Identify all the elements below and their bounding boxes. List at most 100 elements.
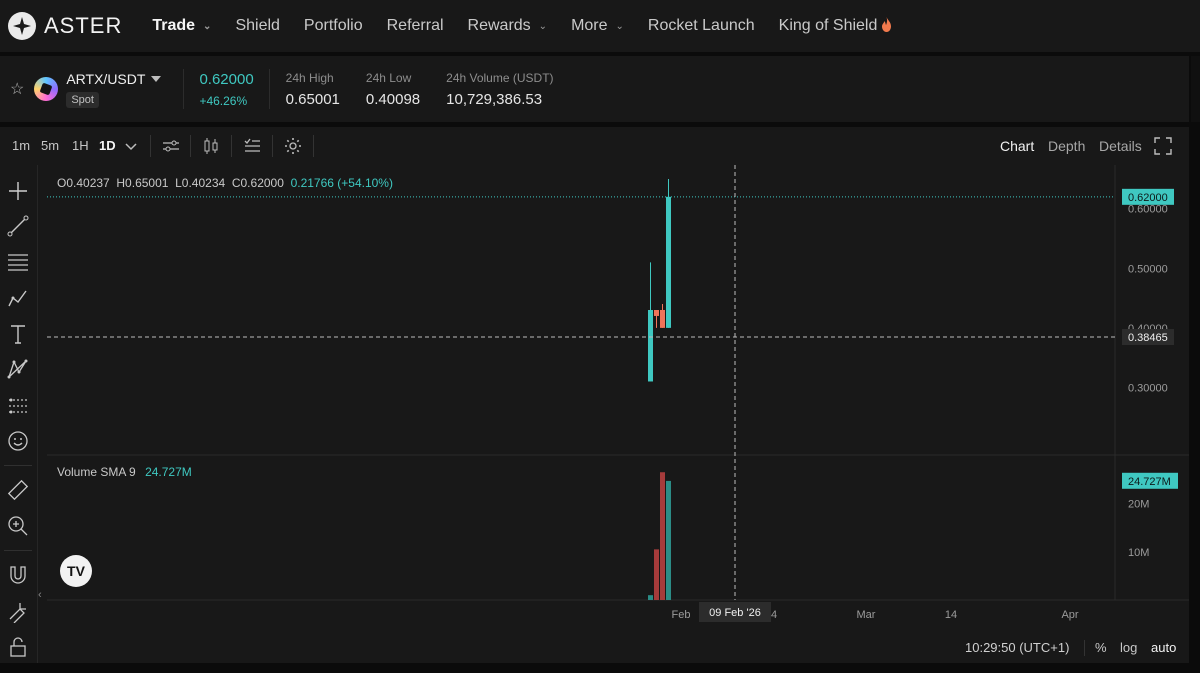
price-axis: 0.600000.500000.400000.3000020M10M [1128, 204, 1168, 559]
text-tool-icon[interactable] [6, 322, 30, 346]
gear-icon[interactable] [282, 135, 304, 157]
top-navigation: ASTER Trade ⌄ Shield Portfolio Referral … [0, 0, 1200, 52]
trend-line-icon[interactable] [6, 214, 30, 238]
divider [272, 135, 273, 157]
time-tick-label: Mar [857, 609, 876, 621]
crosshair: 0.62000 24.727M 0.38465 09 Feb '26 [47, 165, 1178, 622]
caret-down-icon [151, 75, 162, 82]
volume-bar [648, 595, 653, 600]
price-tick-label: 0.50000 [1128, 263, 1168, 275]
projection-icon[interactable] [6, 394, 30, 418]
timeframe-5m[interactable]: 5m [41, 138, 59, 153]
candle-type-icon[interactable] [200, 135, 222, 157]
divider [4, 465, 32, 466]
nav-item-shield[interactable]: Shield [235, 17, 279, 35]
ticker-bar: ☆ ARTX/USDT Spot 0.62000 +46.26% 24h Hig… [0, 56, 1189, 122]
nav-item-label: Rewards [467, 17, 531, 34]
price-chart[interactable]: 0.600000.500000.400000.3000020M10M Feb14… [47, 165, 1189, 663]
volume-title: Volume SMA 9 [57, 465, 136, 479]
volume-tag-label: 24.727M [1128, 476, 1171, 488]
stat-24h-high: 24h High 0.65001 [286, 71, 340, 108]
ruler-icon[interactable] [6, 478, 30, 502]
nav-item-referral[interactable]: Referral [387, 17, 444, 35]
nav-item-label: Portfolio [303, 17, 363, 34]
ohlc-low: L0.40234 [175, 176, 226, 190]
stat-value: 10,729,386.53 [446, 90, 543, 108]
tab-depth[interactable]: Depth [1048, 138, 1085, 154]
stat-label: 24h Volume (USDT) [446, 70, 554, 85]
timeframe-1d[interactable]: 1D [99, 138, 116, 153]
divider [231, 135, 232, 157]
chart-clock[interactable]: 10:29:50 (UTC+1) [965, 640, 1069, 655]
nav-item-label: Referral [386, 17, 444, 34]
lock-icon[interactable] [6, 635, 30, 659]
fullscreen-icon[interactable] [1152, 135, 1174, 157]
divider [150, 135, 151, 157]
nav-item-label: Shield [235, 17, 280, 34]
pair-selector[interactable]: ARTX/USDT Spot [66, 70, 162, 108]
nav-item-rocket-launch[interactable]: Rocket Launch [648, 17, 755, 35]
zoom-in-icon[interactable] [6, 514, 30, 538]
horizontal-lines-icon[interactable] [6, 250, 30, 274]
log-scale-button[interactable]: log [1120, 640, 1137, 655]
tradingview-logo[interactable]: TV [60, 555, 92, 587]
chart-panel: 1m 5m 1H 1D Chart Depth Details 0.60000 … [0, 127, 1189, 663]
divider [313, 135, 314, 157]
stat-value: 0.65001 [285, 90, 340, 108]
candle-body [666, 196, 671, 328]
price-tick-label: 0.60000 [1128, 204, 1168, 216]
candle-body [660, 310, 665, 328]
nav-item-trade[interactable]: Trade ⌄ [152, 17, 211, 35]
nav-item-rewards[interactable]: Rewards ⌄ [468, 17, 548, 35]
stat-24h-volume: 24h Volume (USDT) 10,729,386.53 [446, 71, 553, 108]
percent-scale-button[interactable]: % [1095, 640, 1107, 655]
nav-item-label: Rocket Launch [647, 17, 755, 34]
pattern-icon[interactable] [6, 357, 30, 381]
ohlc-high: H0.65001 [116, 176, 169, 190]
lock-drawing-icon[interactable] [6, 599, 30, 623]
divider [268, 69, 270, 109]
nav-item-king-of-shield[interactable]: King of Shield [779, 17, 893, 35]
pair-name: ARTX/USDT [66, 70, 146, 87]
ohlc-open: O0.40237 [57, 176, 110, 190]
token-logo-icon [34, 77, 59, 101]
ohlc-legend: O0.40237 H0.65001 L0.40234 C0.62000 0.21… [57, 176, 393, 190]
collapse-toolbar-icon[interactable]: ‹ [38, 589, 42, 601]
aster-logo-icon [8, 12, 36, 40]
crosshair-icon[interactable] [6, 179, 30, 203]
price-change: +46.26% [199, 93, 248, 108]
nav-links: Trade ⌄ Shield Portfolio Referral Reward… [152, 17, 916, 35]
candle [648, 262, 653, 382]
magnet-icon[interactable] [6, 563, 30, 587]
nav-item-more[interactable]: More ⌄ [571, 17, 624, 35]
volume-bars [648, 472, 671, 600]
volume-value: 24.727M [145, 465, 192, 479]
stat-24h-low: 24h Low 0.40098 [366, 71, 420, 108]
last-price-block: 0.62000 +46.26% [199, 71, 253, 108]
chevron-down-icon[interactable] [120, 135, 142, 157]
chevron-down-icon: ⌄ [615, 20, 624, 32]
candles [648, 178, 671, 382]
nav-item-portfolio[interactable]: Portfolio [304, 17, 363, 35]
timeframe-1h[interactable]: 1H [72, 138, 89, 153]
ohlc-close: C0.62000 [231, 176, 284, 190]
volume-legend: Volume SMA 9 24.727M [57, 465, 192, 479]
brand-name: ASTER [44, 13, 123, 38]
divider [190, 135, 191, 157]
chevron-down-icon: ⌄ [203, 20, 212, 32]
star-icon[interactable]: ☆ [10, 79, 24, 99]
timeframe-1m[interactable]: 1m [12, 138, 30, 153]
auto-scale-button[interactable]: auto [1151, 640, 1176, 655]
templates-icon[interactable] [241, 135, 263, 157]
indicators-icon[interactable] [160, 135, 182, 157]
volume-bar [666, 480, 671, 600]
nav-item-label: King of Shield [778, 17, 878, 34]
emoji-icon[interactable] [6, 429, 30, 453]
tab-details[interactable]: Details [1099, 138, 1142, 154]
scrollbar-track[interactable] [1191, 56, 1200, 122]
tab-chart[interactable]: Chart [1000, 138, 1034, 154]
last-price: 0.62000 [199, 70, 254, 88]
brush-icon[interactable] [6, 286, 30, 310]
brand-logo[interactable]: ASTER [8, 12, 122, 40]
market-type-badge: Spot [66, 91, 99, 108]
